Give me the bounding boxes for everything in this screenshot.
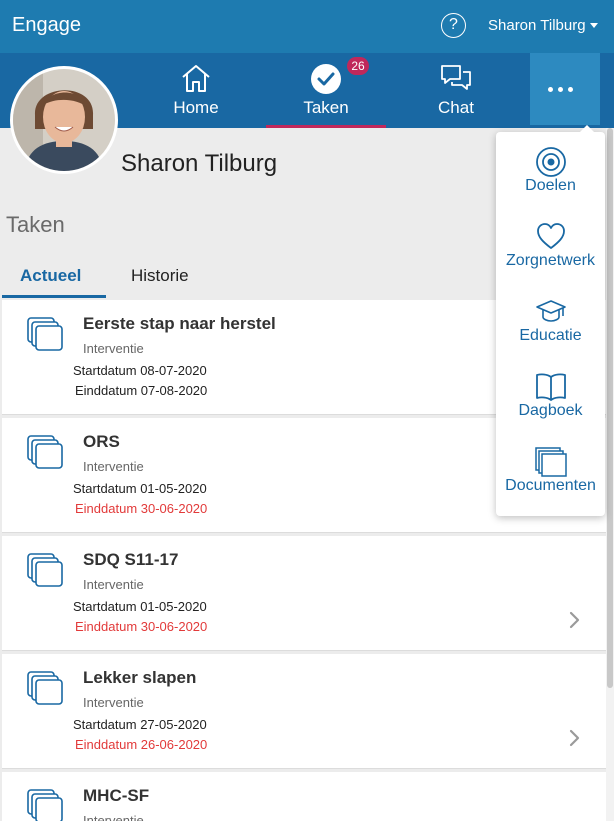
chevron-right-icon: [569, 729, 580, 747]
menu-item-doelen[interactable]: Doelen: [496, 132, 605, 207]
menu-item-educatie[interactable]: Educatie: [496, 282, 605, 357]
task-type: Interventie: [83, 813, 144, 821]
task-start-date: Startdatum 01-05-2020: [73, 481, 207, 496]
task-card[interactable]: Lekker slapen Interventie Startdatum 27-…: [2, 654, 606, 769]
nav-taken[interactable]: 26 Taken: [266, 53, 386, 128]
documents-icon: [27, 435, 63, 469]
task-end-date: Einddatum 26-06-2020: [75, 737, 208, 752]
heart-icon: [536, 223, 565, 249]
ellipsis-icon: [548, 87, 573, 92]
task-start-date: Startdatum 08-07-2020: [73, 363, 207, 378]
nav-home-label: Home: [173, 98, 219, 117]
task-title: MHC-SF: [83, 786, 150, 805]
scrollbar[interactable]: [606, 128, 614, 821]
menu-label: Zorgnetwerk: [506, 252, 595, 269]
task-title: ORS: [83, 432, 120, 451]
book-icon: [535, 373, 566, 401]
menu-item-zorgnetwerk[interactable]: Zorgnetwerk: [496, 207, 605, 282]
tab-historie[interactable]: Historie: [131, 266, 189, 298]
task-type: Interventie: [83, 577, 144, 592]
menu-item-documenten[interactable]: Documenten: [496, 432, 605, 507]
more-dropdown-menu: Doelen Zorgnetwerk Educatie Dagboek Docu…: [496, 125, 605, 516]
task-end-date: Einddatum 07-08-2020: [75, 383, 208, 398]
task-title: Eerste stap naar herstel: [83, 314, 276, 333]
task-end-date: Einddatum 30-06-2020: [75, 501, 208, 516]
task-title: SDQ S11-17: [83, 550, 179, 569]
menu-item-dagboek[interactable]: Dagboek: [496, 357, 605, 432]
task-card[interactable]: SDQ S11-17 Interventie Startdatum 01-05-…: [2, 536, 606, 651]
tab-actueel[interactable]: Actueel: [2, 266, 106, 298]
menu-label: Doelen: [525, 177, 576, 194]
target-icon: [535, 147, 566, 177]
nav-chat[interactable]: Chat: [391, 53, 521, 128]
top-bar: Engage ? Sharon Tilburg: [0, 0, 614, 53]
documents-icon: [27, 553, 63, 587]
task-end-date: Einddatum 30-06-2020: [75, 619, 208, 634]
menu-label: Dagboek: [518, 402, 583, 419]
help-icon[interactable]: ?: [441, 13, 466, 38]
documents-icon: [27, 671, 63, 705]
nav-home[interactable]: Home: [131, 53, 261, 128]
profile-photo: [13, 69, 115, 171]
app-title: Engage: [12, 14, 81, 36]
more-menu-button[interactable]: [530, 53, 600, 125]
scrollbar-thumb[interactable]: [607, 128, 613, 688]
task-type: Interventie: [83, 341, 144, 356]
menu-label: Educatie: [519, 327, 582, 344]
nav-chat-label: Chat: [438, 98, 474, 117]
chat-icon: [441, 65, 471, 90]
task-type: Interventie: [83, 459, 144, 474]
avatar: [10, 66, 118, 174]
caret-down-icon: [589, 23, 598, 28]
documents-icon: [27, 317, 63, 351]
chevron-right-icon: [569, 611, 580, 629]
graduation-cap-icon: [535, 300, 566, 322]
documents-icon: [534, 447, 567, 477]
documents-icon: [27, 789, 63, 821]
user-menu[interactable]: Sharon Tilburg: [488, 17, 598, 34]
user-menu-label: Sharon Tilburg: [488, 17, 586, 34]
home-icon: [182, 65, 210, 92]
menu-label: Documenten: [505, 477, 596, 494]
task-title: Lekker slapen: [83, 668, 197, 687]
task-start-date: Startdatum 01-05-2020: [73, 599, 207, 614]
taken-badge: 26: [347, 57, 369, 75]
profile-name: Sharon Tilburg: [121, 150, 278, 177]
check-circle-icon: [311, 64, 341, 94]
task-start-date: Startdatum 27-05-2020: [73, 717, 207, 732]
section-title: Taken: [6, 212, 65, 237]
nav-taken-label: Taken: [303, 98, 349, 117]
task-card[interactable]: MHC-SF Interventie: [2, 772, 606, 821]
task-type: Interventie: [83, 695, 144, 710]
